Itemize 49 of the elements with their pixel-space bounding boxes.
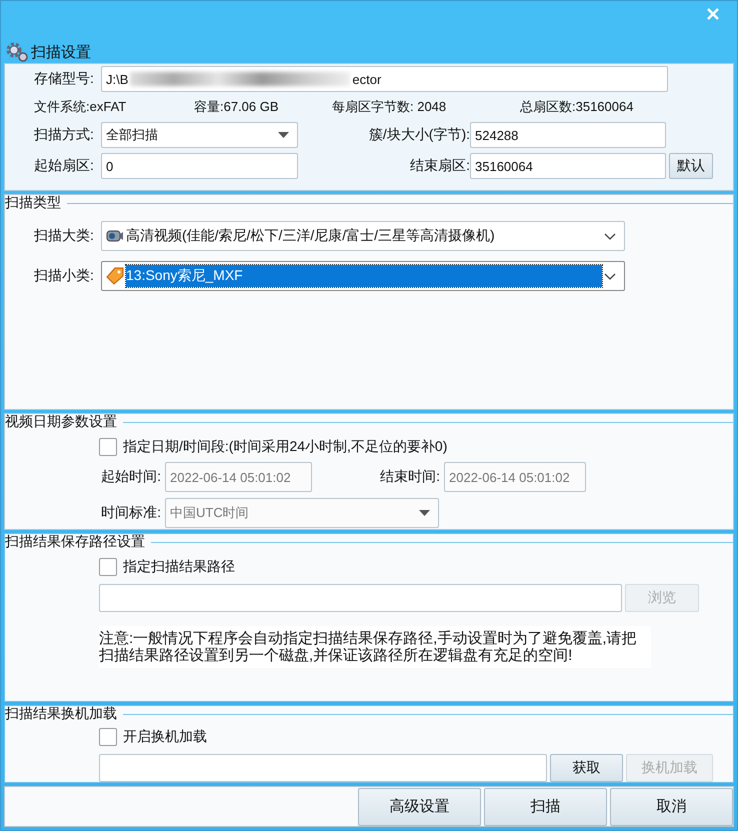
window-title: 扫描设置 [31, 42, 91, 62]
dropdown-arrow-icon [278, 132, 289, 138]
info-text: 总扇区数:35160064 [520, 98, 634, 116]
path-field[interactable] [99, 584, 622, 612]
info-text: 容量:67.06 GB [194, 98, 280, 116]
field-label: 时间标准: [100, 504, 162, 522]
reload-button[interactable]: 获取 [550, 754, 623, 782]
dropdown-value: 高清视频(佳能/索尼/松下/三洋/尼康/富士/三星等高清摄像机) [126, 227, 496, 245]
section-title: 扫描结果换机加载 [5, 705, 117, 723]
close-icon[interactable] [706, 7, 720, 21]
field-label: 存储型号: [34, 70, 95, 88]
default-button[interactable]: 默认 [669, 153, 713, 179]
tag-icon [106, 267, 124, 285]
cluster-size-field[interactable]: 524288 [470, 122, 666, 148]
dropdown-value: 13:Sony索尼_MXF [126, 265, 602, 287]
section-title: 扫描结果保存路径设置 [5, 533, 145, 551]
info-text: 每扇区字节数: 2048 [332, 98, 448, 116]
field-label: 起始扇区: [34, 157, 95, 175]
date-range-checkbox[interactable]: 指定日期/时间段:(时间采用24小时制,不足位的要补0) [99, 438, 448, 456]
dialog-button[interactable]: 高级设置 [358, 788, 481, 826]
save-path-checkbox[interactable]: 指定扫描结果路径 [99, 558, 235, 576]
dropdown-arrow-icon [419, 510, 430, 516]
dialog-button[interactable]: 取消 [610, 788, 733, 826]
end-sector-field[interactable]: 35160064 [470, 153, 666, 179]
note-text: 注意:一般情况下程序会自动指定扫描结果保存路径,手动设置时为了避免覆盖,请把扫描结果路径设置到另一个磁盘,并保证该路径所在逻辑盘有充足的空间! [99, 626, 651, 668]
field-label: 结束时间: [379, 468, 441, 486]
storage-field[interactable]: J:\B ector [101, 66, 668, 92]
category-dropdown[interactable]: 高清视频(佳能/索尼/松下/三洋/尼康/富士/三星等高清摄像机) [101, 221, 625, 251]
dialog-button[interactable]: 扫描 [484, 788, 607, 826]
scan-mode-dropdown[interactable]: 全部扫描 [101, 122, 298, 148]
camera-icon [106, 228, 124, 244]
section-title: 视频日期参数设置 [5, 413, 117, 431]
field-value: J:\B [106, 72, 128, 86]
field-label: 簇/块大小(字节): [368, 126, 470, 144]
chevron-down-icon [604, 272, 616, 280]
category-dropdown[interactable]: 13:Sony索尼_MXF [101, 261, 625, 291]
field-label: 扫描方式: [34, 126, 95, 144]
field-label: 起始时间: [100, 468, 162, 486]
section-title: 扫描类型 [5, 194, 61, 212]
start-sector-field[interactable]: 0 [101, 153, 298, 179]
field-label: 扫描小类: [34, 267, 95, 285]
field-label: 结束扇区: [409, 157, 470, 175]
info-text: 文件系统:exFAT [34, 98, 128, 116]
reload-field[interactable] [99, 754, 547, 782]
reload-checkbox[interactable]: 开启换机加载 [99, 728, 207, 746]
field-label: 扫描大类: [34, 227, 95, 245]
gear-icon [5, 41, 29, 63]
field-value: ector [352, 72, 382, 86]
chevron-down-icon [604, 232, 616, 240]
